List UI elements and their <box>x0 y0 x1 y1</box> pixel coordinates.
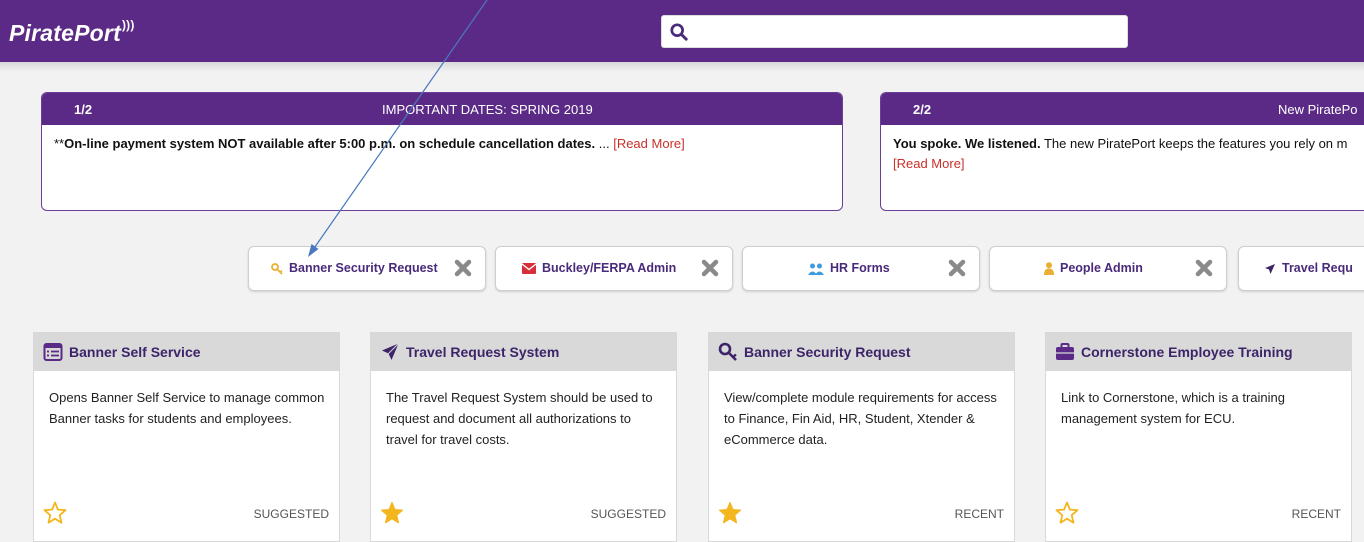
logo-text: PiratePort <box>9 20 121 46</box>
quick-link-hr-forms[interactable]: HR Forms <box>742 246 980 291</box>
announcement-title: IMPORTANT DATES: SPRING 2019 <box>382 102 593 117</box>
remove-icon[interactable] <box>453 258 473 278</box>
list-icon <box>43 343 63 361</box>
quick-link-buckley-ferpa-admin[interactable]: Buckley/FERPA Admin <box>495 246 733 291</box>
app-card-cornerstone-employee-training[interactable]: Cornerstone Employee Training Link to Co… <box>1045 332 1352 542</box>
card-header: Banner Self Service <box>34 333 339 371</box>
announcement-header: 2/2 New PiratePo <box>881 93 1364 125</box>
card-description: View/complete module requirements for ac… <box>724 390 997 447</box>
search-icon[interactable] <box>670 23 688 41</box>
key-icon <box>718 342 737 361</box>
remove-icon[interactable] <box>700 258 720 278</box>
announcement-body: You spoke. We listened. The new PiratePo… <box>881 125 1364 174</box>
search-input[interactable] <box>694 20 1118 46</box>
app-card-banner-self-service[interactable]: Banner Self Service Opens Banner Self Se… <box>33 332 340 542</box>
card-description: Link to Cornerstone, which is a training… <box>1061 390 1286 426</box>
user-icon <box>1044 262 1054 276</box>
app-card-travel-request-system[interactable]: Travel Request System The Travel Request… <box>370 332 677 542</box>
quick-link-label: Banner Security Request <box>289 261 438 275</box>
pirateport-logo[interactable]: PiratePort))) <box>9 18 135 47</box>
quick-link-banner-security-request[interactable]: Banner Security Request <box>248 246 486 291</box>
search-box[interactable] <box>661 15 1128 48</box>
quick-link-content: Buckley/FERPA Admin <box>522 261 676 275</box>
card-title[interactable]: Cornerstone Employee Training <box>1081 344 1293 360</box>
card-header: Cornerstone Employee Training <box>1046 333 1351 371</box>
card-description: The Travel Request System should be used… <box>386 390 653 447</box>
announcement-bold-text: You spoke. We listened. <box>893 136 1041 151</box>
star-filled-icon[interactable] <box>380 501 404 525</box>
quick-link-content: Banner Security Request <box>271 261 438 275</box>
quick-link-content: HR Forms <box>808 261 890 275</box>
card-header: Travel Request System <box>371 333 676 371</box>
card-status: SUGGESTED <box>253 507 329 521</box>
star-outline-icon[interactable] <box>1055 501 1079 525</box>
briefcase-icon <box>1056 343 1074 360</box>
announcement-header: 1/2 IMPORTANT DATES: SPRING 2019 <box>42 93 842 125</box>
announcement-body: **On-line payment system NOT available a… <box>42 125 842 154</box>
quick-link-content: Travel Requ <box>1264 261 1353 275</box>
card-header: Banner Security Request <box>709 333 1014 371</box>
card-status: RECENT <box>1291 507 1341 521</box>
announcement-prefix: ** <box>54 136 65 151</box>
signal-waves-icon: ))) <box>121 18 135 32</box>
star-outline-icon[interactable] <box>43 501 67 525</box>
star-filled-icon[interactable] <box>718 501 742 525</box>
header-shadow <box>0 62 1364 72</box>
card-title[interactable]: Banner Self Service <box>69 344 201 360</box>
announcement-text: ... <box>595 136 614 151</box>
remove-icon[interactable] <box>947 258 967 278</box>
quick-link-label: Travel Requ <box>1282 261 1353 275</box>
app-card-banner-security-request[interactable]: Banner Security Request View/complete mo… <box>708 332 1015 542</box>
plane-icon <box>1265 263 1275 274</box>
announcement-panel-1: 1/2 IMPORTANT DATES: SPRING 2019 **On-li… <box>41 92 843 211</box>
announcement-bold-text: On-line payment system NOT available aft… <box>64 136 596 151</box>
card-title[interactable]: Banner Security Request <box>744 344 911 360</box>
card-status: SUGGESTED <box>590 507 666 521</box>
announcement-title: New PiratePo <box>1278 102 1358 117</box>
announcement-counter: 1/2 <box>74 102 93 117</box>
top-navigation-bar: PiratePort))) <box>0 0 1364 62</box>
read-more-link[interactable]: [Read More] <box>893 156 965 171</box>
announcement-text: The new PiratePort keeps the features yo… <box>1040 136 1348 151</box>
quick-link-label: People Admin <box>1060 261 1143 275</box>
card-description: Opens Banner Self Service to manage comm… <box>49 390 325 426</box>
card-title[interactable]: Travel Request System <box>406 344 559 360</box>
read-more-link[interactable]: [Read More] <box>613 136 685 151</box>
quick-link-travel-request[interactable]: Travel Requ <box>1238 246 1364 291</box>
card-status: RECENT <box>954 507 1004 521</box>
quick-link-label: Buckley/FERPA Admin <box>542 261 677 275</box>
quick-link-people-admin[interactable]: People Admin <box>989 246 1227 291</box>
users-icon <box>808 263 824 275</box>
quick-link-content: People Admin <box>1044 261 1143 276</box>
announcement-panel-2: 2/2 New PiratePo You spoke. We listened.… <box>880 92 1364 211</box>
plane-icon <box>382 343 399 360</box>
announcement-counter: 2/2 <box>913 102 932 117</box>
quick-link-label: HR Forms <box>830 261 890 275</box>
envelope-icon <box>522 263 536 275</box>
remove-icon[interactable] <box>1194 258 1214 278</box>
key-icon <box>271 262 283 275</box>
